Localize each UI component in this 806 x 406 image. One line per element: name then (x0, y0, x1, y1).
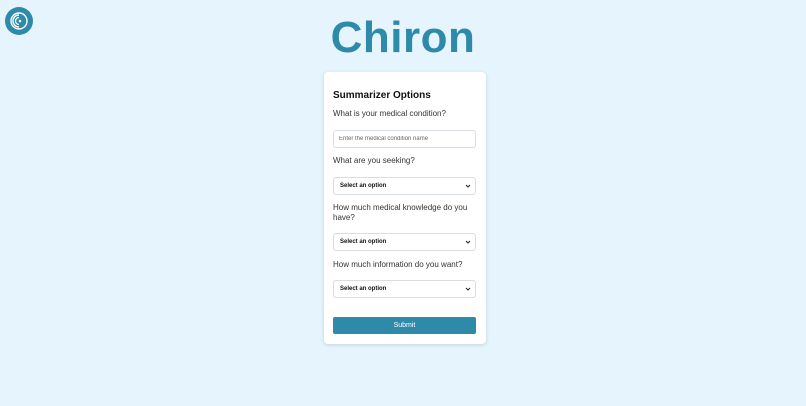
knowledge-select-value: Select an option (340, 239, 387, 245)
seeking-select-value: Select an option (340, 183, 387, 189)
chevron-down-icon (465, 286, 471, 292)
submit-button[interactable]: Submit (333, 317, 476, 334)
chevron-down-icon (465, 239, 471, 245)
seeking-label: What are you seeking? (333, 156, 415, 165)
knowledge-select[interactable]: Select an option (333, 233, 476, 251)
condition-label: What is your medical condition? (333, 109, 446, 118)
chevron-down-icon (465, 183, 471, 189)
condition-input[interactable] (333, 130, 476, 148)
information-select[interactable]: Select an option (333, 280, 476, 298)
seeking-select[interactable]: Select an option (333, 177, 476, 195)
page: Chiron Summarizer Options What is your m… (0, 0, 806, 406)
information-label: How much information do you want? (333, 260, 463, 269)
form-title: Summarizer Options (333, 90, 431, 101)
knowledge-label: How much medical knowledge do you have? (333, 203, 468, 222)
summarizer-options-card: Summarizer Options What is your medical … (324, 72, 486, 344)
app-title: Chiron (330, 13, 476, 62)
information-select-value: Select an option (340, 286, 387, 292)
